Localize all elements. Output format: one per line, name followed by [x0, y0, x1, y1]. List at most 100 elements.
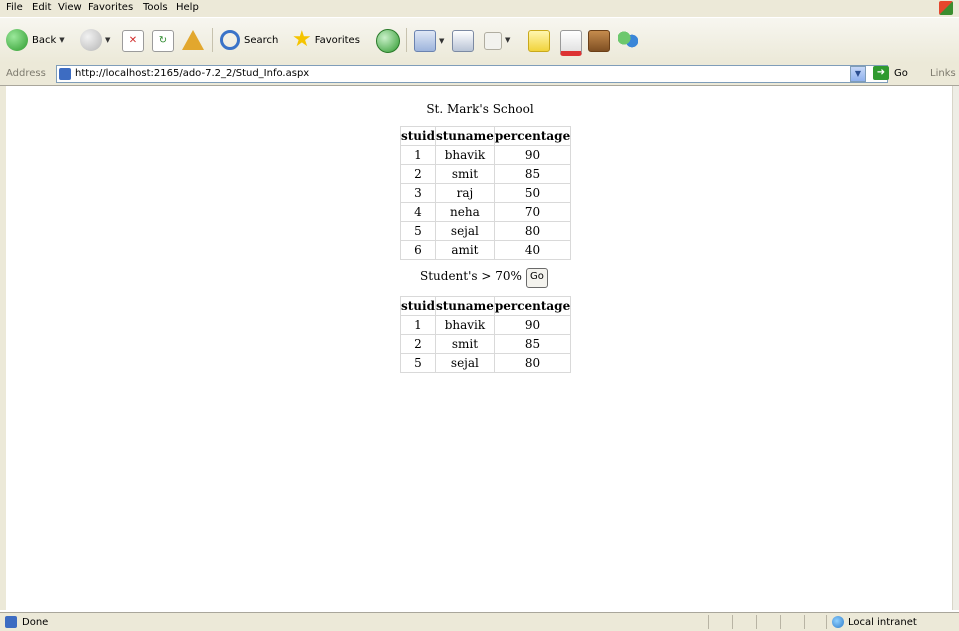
filtered-students-table: stuid stuname percentage 1 bhavik 90 2 s… [400, 296, 572, 373]
stop-button[interactable]: ✕ [122, 30, 144, 52]
chevron-down-icon[interactable]: ▼ [505, 36, 510, 44]
column-header: stuname [434, 296, 495, 316]
cell-percentage: 85 [493, 164, 572, 184]
cell-stuid: 2 [400, 334, 436, 354]
back-button[interactable]: Back ▼ [6, 29, 65, 51]
home-icon [182, 30, 204, 50]
edit-document-icon [484, 32, 502, 50]
menu-tools[interactable]: Tools [143, 2, 168, 13]
table-row: 2 smit 85 [400, 334, 572, 354]
chevron-down-icon[interactable]: ▼ [59, 36, 64, 44]
cell-percentage: 90 [493, 315, 572, 335]
column-header: stuid [400, 296, 436, 316]
refresh-icon: ↻ [152, 30, 174, 52]
cell-percentage: 80 [493, 221, 572, 241]
favorites-button[interactable]: ★ Favorites [292, 29, 360, 51]
globe-icon [832, 616, 844, 628]
table-row: 1 bhavik 90 [400, 315, 572, 335]
stop-icon: ✕ [122, 30, 144, 52]
table-header-row: stuid stuname percentage [400, 296, 572, 316]
column-header: percentage [493, 296, 572, 316]
menu-favorites[interactable]: Favorites [88, 2, 133, 13]
mail-icon [414, 30, 436, 52]
chevron-down-icon[interactable]: ▼ [850, 66, 866, 82]
cell-stuid: 6 [400, 240, 436, 260]
menu-bar: File Edit View Favorites Tools Help [0, 0, 959, 17]
cell-percentage: 40 [493, 240, 572, 260]
cell-stuname: smit [434, 334, 495, 354]
address-label: Address [6, 68, 46, 79]
note-icon [528, 30, 550, 52]
cell-stuid: 2 [400, 164, 436, 184]
menu-edit[interactable]: Edit [32, 2, 51, 13]
books-icon [588, 30, 610, 52]
cell-percentage: 50 [493, 183, 572, 203]
vertical-scrollbar[interactable] [952, 86, 959, 610]
cell-stuname: bhavik [434, 145, 495, 165]
cell-stuid: 4 [400, 202, 436, 222]
menu-view[interactable]: View [58, 2, 82, 13]
table-row: 5 sejal 80 [400, 353, 572, 373]
people-icon [618, 30, 638, 50]
home-button[interactable] [182, 30, 204, 50]
table-row: 2 smit 85 [400, 164, 572, 184]
messenger-button[interactable] [588, 30, 610, 52]
address-url[interactable]: http://localhost:2165/ado-7.2_2/Stud_Inf… [75, 68, 309, 79]
cell-percentage: 90 [493, 145, 572, 165]
history-button[interactable] [376, 29, 400, 53]
menu-file[interactable]: File [6, 2, 23, 13]
chevron-down-icon[interactable]: ▼ [105, 36, 110, 44]
star-icon: ★ [292, 27, 312, 52]
refresh-button[interactable]: ↻ [152, 30, 174, 52]
forward-button[interactable]: ▼ [80, 29, 110, 51]
table-row: 6 amit 40 [400, 240, 572, 260]
address-bar: Address http://localhost:2165/ado-7.2_2/… [0, 63, 959, 86]
cell-stuid: 1 [400, 145, 436, 165]
students-table: stuid stuname percentage 1 bhavik 90 2 s… [400, 126, 572, 260]
cell-stuname: sejal [434, 353, 495, 373]
windows-logo-icon [939, 1, 953, 15]
table-row: 1 bhavik 90 [400, 145, 572, 165]
links-button[interactable]: Links [930, 68, 956, 79]
cell-stuname: smit [434, 164, 495, 184]
back-label: Back [32, 34, 57, 46]
mail-button[interactable]: ▼ [414, 30, 444, 52]
address-input[interactable]: http://localhost:2165/ado-7.2_2/Stud_Inf… [56, 65, 888, 83]
menu-help[interactable]: Help [176, 2, 199, 13]
document-icon [560, 30, 582, 56]
favorites-label: Favorites [314, 34, 360, 46]
contacts-button[interactable] [618, 30, 638, 50]
chevron-down-icon[interactable]: ▼ [439, 37, 444, 45]
cell-stuname: amit [434, 240, 495, 260]
page-icon [59, 68, 71, 80]
print-button[interactable] [452, 30, 474, 52]
cell-stuid: 5 [400, 221, 436, 241]
back-arrow-icon [6, 29, 28, 51]
history-icon [376, 29, 400, 53]
column-header: percentage [493, 126, 572, 146]
column-header: stuid [400, 126, 436, 146]
cell-percentage: 70 [493, 202, 572, 222]
discuss-button[interactable] [528, 30, 550, 52]
search-button[interactable]: Search [220, 30, 278, 50]
column-header: stuname [434, 126, 495, 146]
table-row: 3 raj 50 [400, 183, 572, 203]
search-icon [220, 30, 240, 50]
research-button[interactable] [560, 30, 582, 56]
cell-stuname: neha [434, 202, 495, 222]
printer-icon [452, 30, 474, 52]
table-row: 5 sejal 80 [400, 221, 572, 241]
status-text: Done [22, 617, 49, 628]
forward-arrow-icon [80, 29, 102, 51]
cell-stuid: 1 [400, 315, 436, 335]
edit-button[interactable]: ▼ [484, 30, 510, 50]
go-button[interactable]: Go [894, 68, 908, 79]
cell-stuname: raj [434, 183, 495, 203]
search-label: Search [244, 34, 279, 46]
table-header-row: stuid stuname percentage [400, 126, 572, 146]
cell-stuid: 3 [400, 183, 436, 203]
cell-stuname: sejal [434, 221, 495, 241]
toolbar: Back ▼ ▼ ✕ ↻ Search ★ Favorites ▼ ▼ [0, 17, 959, 64]
filter-go-button[interactable]: Go [526, 268, 548, 288]
go-arrow-icon[interactable]: ➜ [873, 66, 889, 80]
